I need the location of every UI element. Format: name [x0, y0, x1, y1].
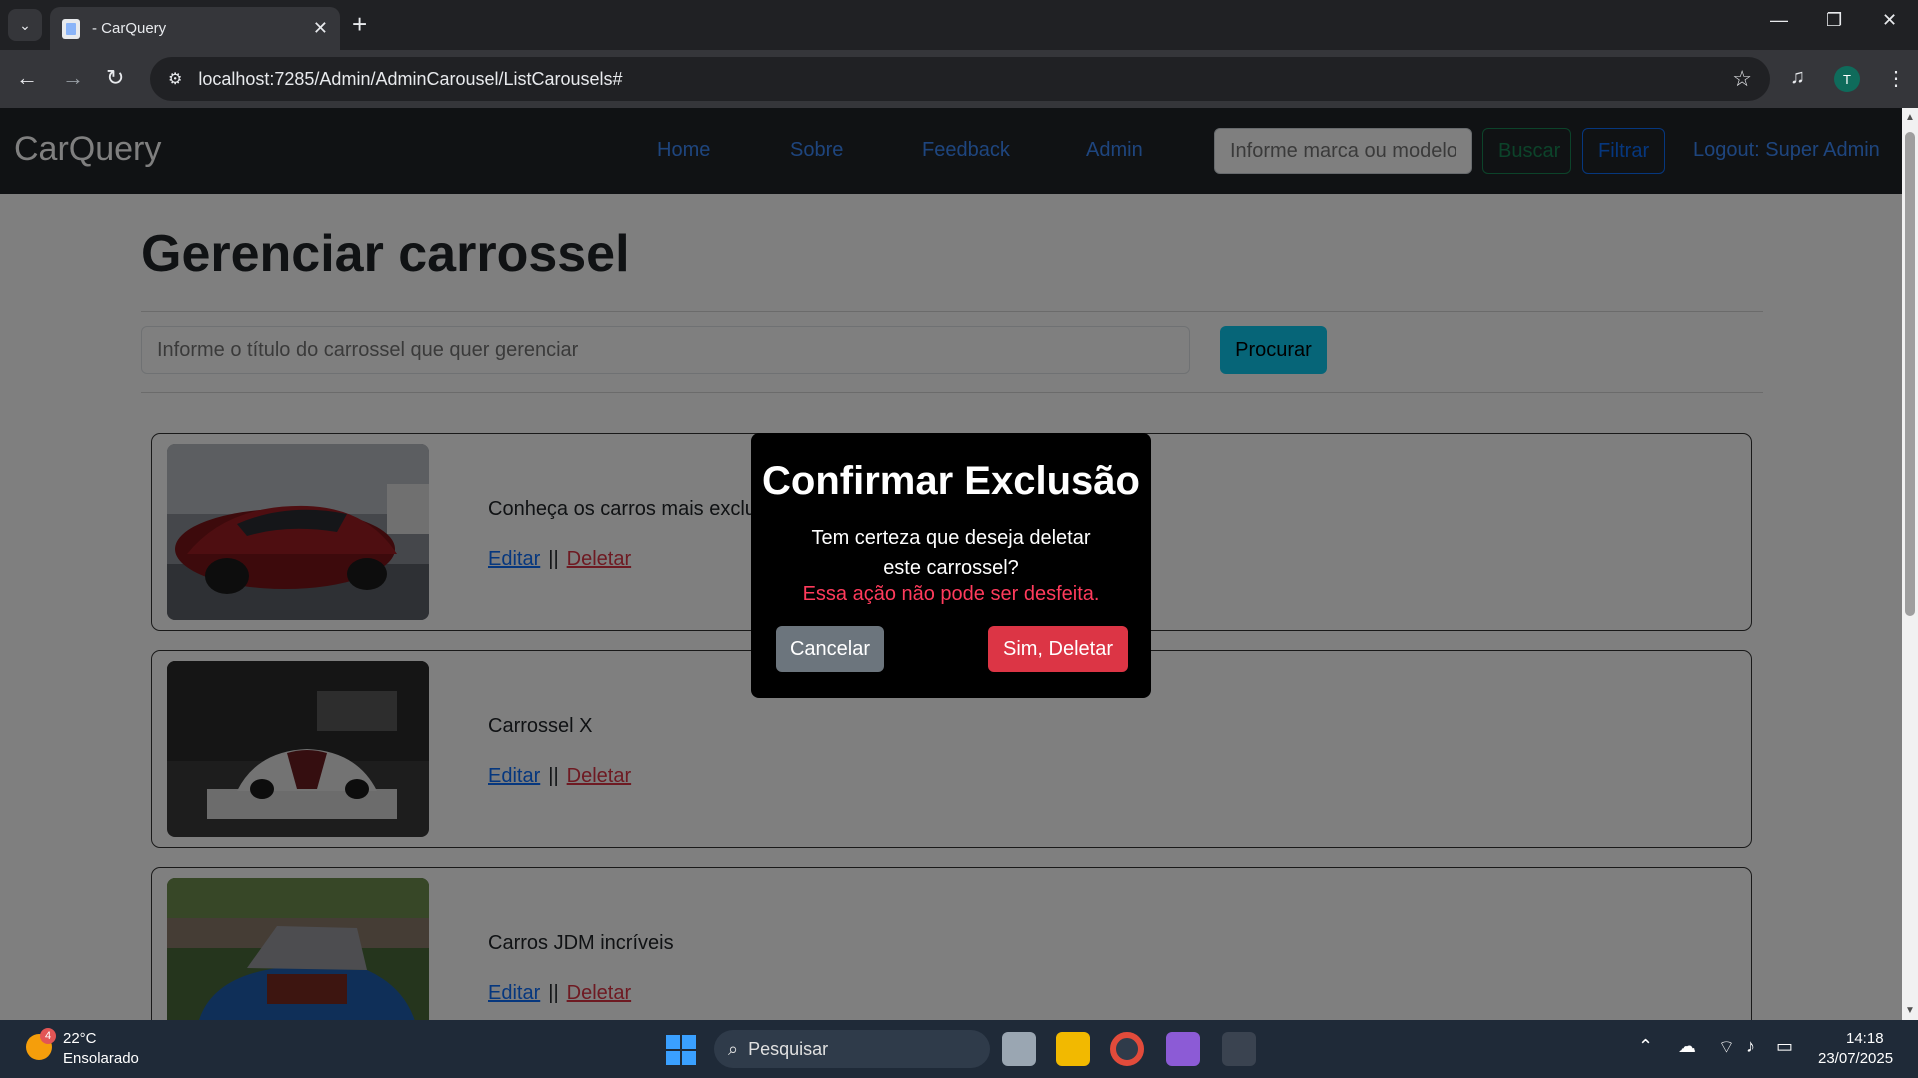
- file-explorer-icon[interactable]: [1056, 1032, 1090, 1066]
- forward-arrow-icon[interactable]: →: [62, 64, 84, 92]
- close-window-icon[interactable]: ✕: [1882, 10, 1897, 31]
- new-tab-button[interactable]: +: [352, 10, 367, 38]
- tray-overflow-icon[interactable]: ⌃: [1638, 1036, 1653, 1057]
- page-favicon-icon: [62, 18, 80, 39]
- onedrive-cloud-icon[interactable]: ☁: [1678, 1036, 1696, 1057]
- modal-message: Tem certeza que deseja deletar este carr…: [811, 527, 1091, 579]
- task-view-icon[interactable]: [1002, 1032, 1036, 1066]
- address-url[interactable]: localhost:7285/Admin/AdminCarousel/ListC…: [198, 69, 1732, 90]
- taskbar-search[interactable]: ⌕ Pesquisar: [714, 1030, 990, 1068]
- taskbar-search-label: Pesquisar: [748, 1038, 829, 1059]
- terminal-icon[interactable]: [1222, 1032, 1256, 1066]
- clock-date[interactable]: 23/07/2025: [1818, 1050, 1893, 1067]
- media-control-icon[interactable]: ♫: [1790, 66, 1805, 89]
- site-settings-icon[interactable]: ⚙: [168, 69, 182, 89]
- tab-close-icon[interactable]: ✕: [313, 18, 328, 39]
- scrollbar-thumb[interactable]: [1905, 132, 1915, 616]
- confirm-delete-button[interactable]: Sim, Deletar: [988, 626, 1128, 672]
- reload-icon[interactable]: ↻: [106, 64, 124, 92]
- browser-tab[interactable]: - CarQuery ✕: [50, 7, 340, 50]
- battery-icon[interactable]: ▭: [1776, 1036, 1793, 1057]
- modal-title: Confirmar Exclusão: [762, 459, 1140, 503]
- restore-icon[interactable]: ❐: [1826, 10, 1842, 31]
- confirm-delete-modal: Confirmar Exclusão Tem certeza que desej…: [751, 433, 1151, 698]
- browser-toolbar: ← → ↻ ⚙ localhost:7285/Admin/AdminCarous…: [0, 50, 1918, 108]
- address-bar[interactable]: ⚙ localhost:7285/Admin/AdminCarousel/Lis…: [150, 57, 1770, 101]
- tab-title: - CarQuery: [92, 20, 167, 37]
- scroll-up-icon[interactable]: ▲: [1905, 112, 1915, 123]
- chrome-icon[interactable]: [1110, 1032, 1144, 1066]
- page-scrollbar[interactable]: ▲ ▼: [1902, 108, 1918, 1020]
- profile-avatar[interactable]: T: [1834, 66, 1860, 92]
- back-arrow-icon[interactable]: ←: [16, 64, 38, 92]
- kebab-menu-icon[interactable]: ⋮: [1886, 66, 1906, 91]
- os-taskbar: 4 22°C Ensolarado ⌕ Pesquisar ⌃ ☁ ⌔ ♪ ▭ …: [0, 1020, 1918, 1078]
- tab-search-icon[interactable]: ⌄: [8, 9, 42, 41]
- browser-tab-bar: ⌄ - CarQuery ✕ + — ❐ ✕: [0, 0, 1918, 50]
- weather-condition[interactable]: Ensolarado: [63, 1050, 139, 1067]
- wifi-icon[interactable]: ⌔: [1718, 1036, 1735, 1059]
- scroll-down-icon[interactable]: ▼: [1905, 1005, 1915, 1016]
- cancel-button[interactable]: Cancelar: [776, 626, 884, 672]
- windows-start-icon[interactable]: [666, 1035, 696, 1065]
- volume-icon[interactable]: ♪: [1746, 1036, 1755, 1057]
- modal-warning: Essa ação não pode ser desfeita.: [802, 583, 1100, 605]
- notification-badge: 4: [40, 1028, 56, 1044]
- minimize-icon[interactable]: —: [1770, 10, 1788, 31]
- weather-temperature[interactable]: 22°C: [63, 1030, 97, 1047]
- bookmark-star-icon[interactable]: ☆: [1732, 66, 1752, 92]
- clock-time[interactable]: 14:18: [1846, 1030, 1884, 1047]
- page-viewport: CarQuery Home Sobre Feedback Admin Busca…: [0, 108, 1918, 1020]
- search-icon: ⌕: [728, 1038, 739, 1059]
- visual-studio-icon[interactable]: [1166, 1032, 1200, 1066]
